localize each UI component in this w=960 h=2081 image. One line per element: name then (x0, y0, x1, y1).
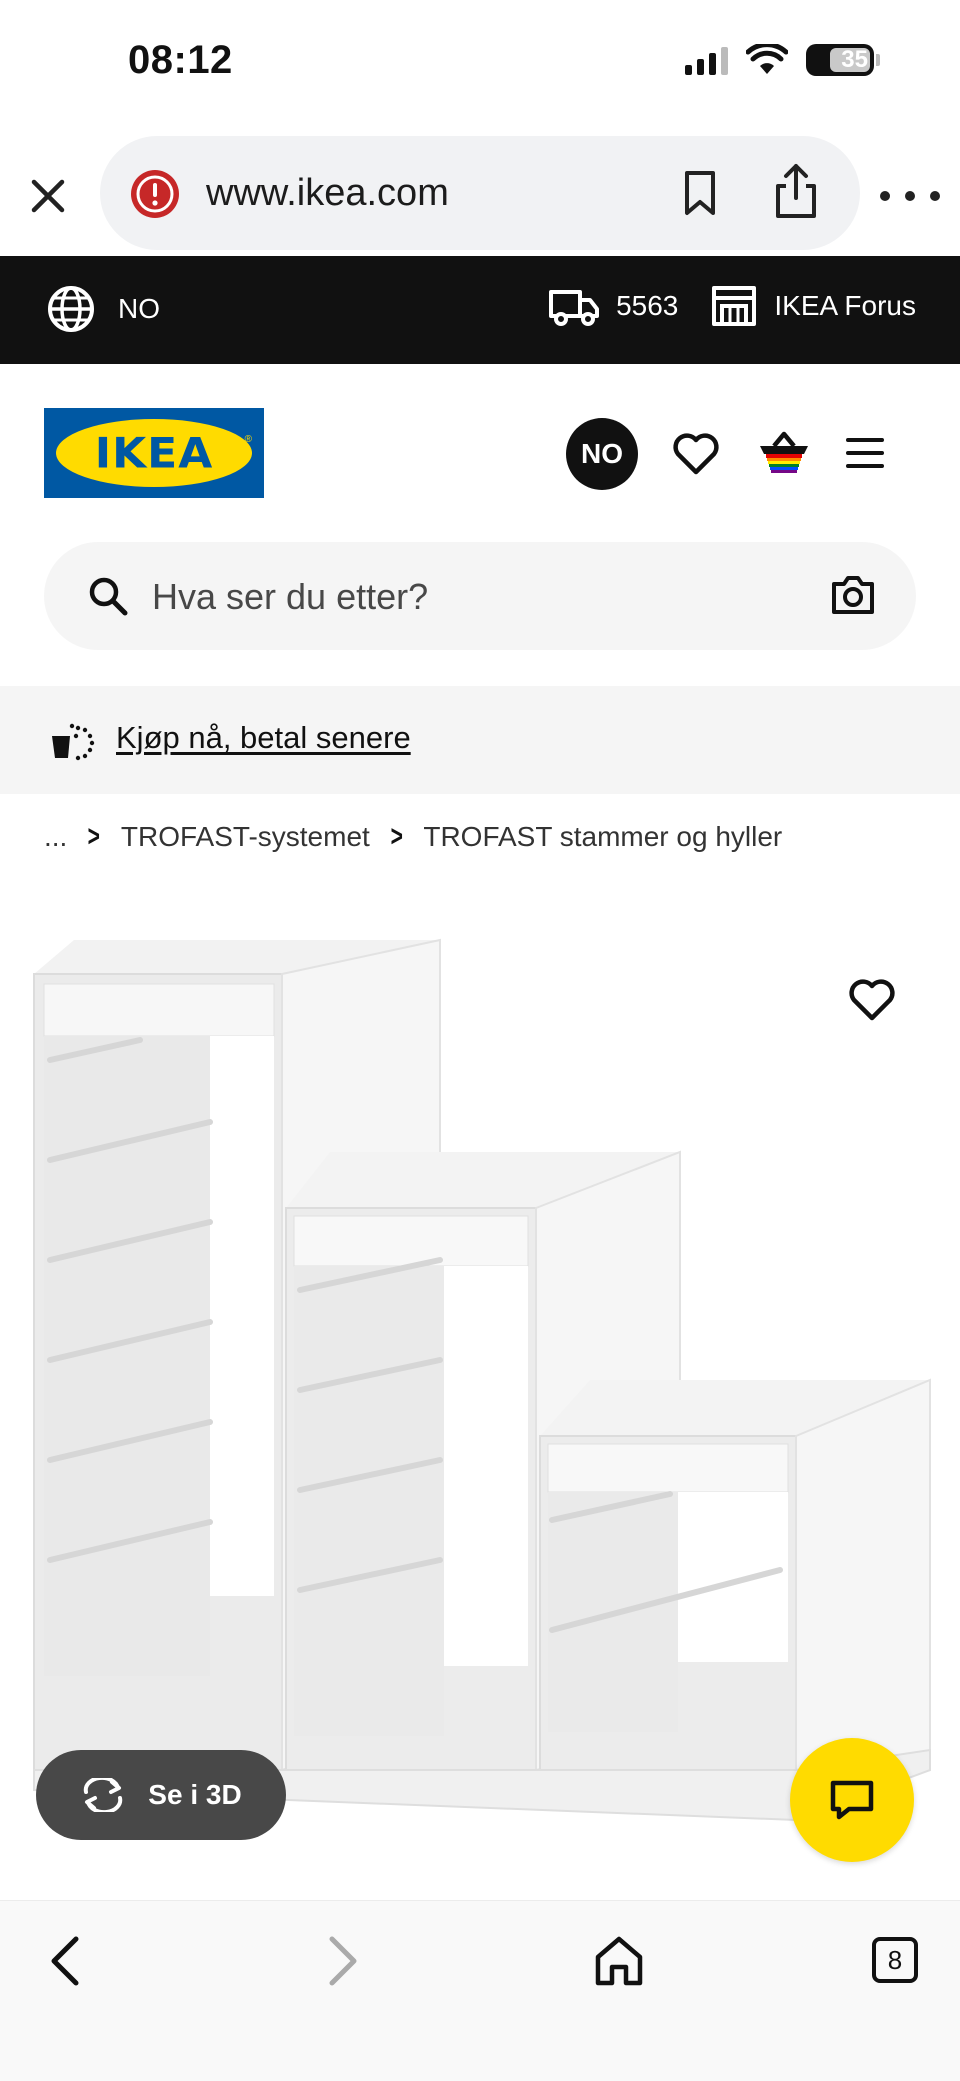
hamburger-menu-icon[interactable] (846, 426, 896, 480)
browser-bottom-nav: 8 (0, 1900, 960, 2081)
address-bar[interactable]: www.ikea.com (100, 136, 860, 250)
status-icons: 35 (685, 44, 880, 76)
search-input[interactable]: Hva ser du etter? (152, 576, 428, 618)
chevron-right-icon: > (390, 820, 403, 853)
share-icon[interactable] (768, 162, 824, 220)
rotate-3d-icon (84, 1778, 123, 1812)
view-in-3d-label: Se i 3D (148, 1779, 242, 1810)
delivery-postcode[interactable]: 5563 (548, 284, 678, 328)
breadcrumb-ellipsis[interactable]: ... (44, 821, 67, 853)
battery-level: 35 (841, 46, 868, 73)
pay-later-link[interactable]: Kjøp nå, betal senere (116, 720, 411, 756)
battery-icon: 35 (806, 44, 874, 76)
site-header: IKEA ® NO (0, 364, 960, 540)
wifi-icon (746, 44, 788, 74)
product-image-area: Se i 3D (0, 890, 960, 1890)
pay-later-icon (52, 723, 95, 761)
postcode-label: 5563 (616, 290, 679, 321)
warning-icon[interactable] (130, 169, 180, 219)
chat-button[interactable] (790, 1738, 914, 1862)
chat-icon (830, 1780, 874, 1820)
signal-icon (685, 45, 728, 75)
url-text[interactable]: www.ikea.com (206, 172, 449, 215)
forward-icon[interactable] (318, 1931, 368, 1991)
promo-banner: Kjøp nå, betal senere (0, 686, 960, 794)
browser-toolbar: www.ikea.com (0, 130, 960, 256)
user-avatar[interactable]: NO (566, 418, 638, 490)
status-bar: 08:12 35 (0, 0, 960, 130)
store-icon (712, 286, 757, 326)
breadcrumb: ... > TROFAST-systemet > TROFAST stammer… (44, 820, 782, 854)
breadcrumb-trofast-system[interactable]: TROFAST-systemet (121, 821, 370, 853)
delivery-truck-icon (549, 290, 600, 326)
ikea-logo[interactable]: IKEA ® (44, 408, 264, 498)
shopping-basket-icon[interactable] (754, 422, 814, 482)
chevron-right-icon: > (87, 820, 101, 853)
favourite-heart-icon[interactable] (844, 972, 900, 1028)
close-icon (31, 179, 65, 213)
product-image[interactable] (0, 890, 960, 1890)
more-icon (880, 191, 890, 201)
breadcrumb-trofast-frames[interactable]: TROFAST stammer og hyller (423, 821, 782, 853)
search-bar[interactable]: Hva ser du etter? (44, 542, 916, 650)
home-icon[interactable] (592, 1931, 646, 1991)
view-in-3d-button[interactable]: Se i 3D (36, 1750, 286, 1840)
store-label: IKEA Forus (774, 290, 916, 321)
back-icon[interactable] (40, 1931, 90, 1991)
language-label: NO (118, 293, 160, 324)
language-selector[interactable]: NO (46, 284, 160, 334)
globe-icon (48, 286, 94, 332)
store-selector[interactable]: IKEA Forus (710, 284, 916, 328)
logo-text: IKEA (94, 428, 214, 478)
tabs-icon[interactable]: 8 (872, 1937, 918, 1983)
heart-icon[interactable] (668, 426, 724, 482)
status-time: 08:12 (128, 38, 233, 82)
camera-icon[interactable] (830, 572, 876, 618)
bookmark-icon[interactable] (675, 168, 725, 218)
more-button[interactable] (880, 176, 940, 216)
top-info-strip: NO 5563 IKEA Forus (0, 256, 960, 364)
search-icon (89, 577, 128, 616)
close-button[interactable] (22, 170, 74, 222)
